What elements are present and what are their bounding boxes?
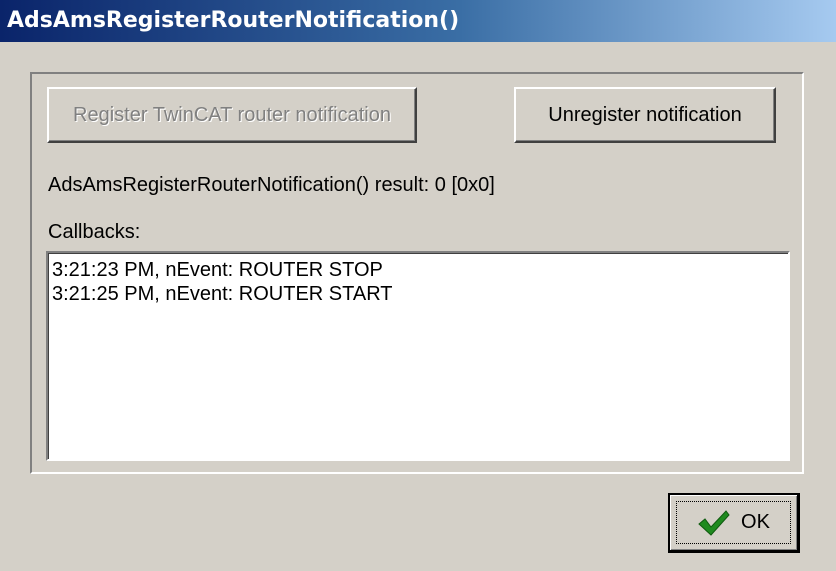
result-status-text: AdsAmsRegisterRouterNotification() resul…	[48, 174, 495, 196]
callbacks-listbox[interactable]: 3:21:23 PM, nEvent: ROUTER STOP 3:21:25 …	[46, 251, 790, 461]
window-title: AdsAmsRegisterRouterNotification()	[7, 8, 460, 33]
callbacks-label: Callbacks:	[48, 221, 141, 243]
list-item[interactable]: 3:21:25 PM, nEvent: ROUTER START	[52, 282, 788, 306]
unregister-notification-label: Unregister notification	[548, 103, 742, 126]
unregister-notification-button[interactable]: Unregister notification	[514, 87, 776, 143]
dialog-window: AdsAmsRegisterRouterNotification() Regis…	[0, 0, 836, 571]
register-notification-button[interactable]: Register TwinCAT router notification	[47, 87, 417, 143]
list-item[interactable]: 3:21:23 PM, nEvent: ROUTER STOP	[52, 258, 788, 282]
register-notification-label: Register TwinCAT router notification	[73, 103, 391, 126]
focus-rectangle	[676, 501, 791, 544]
title-bar[interactable]: AdsAmsRegisterRouterNotification()	[0, 0, 836, 42]
ok-button[interactable]: OK	[668, 493, 800, 553]
